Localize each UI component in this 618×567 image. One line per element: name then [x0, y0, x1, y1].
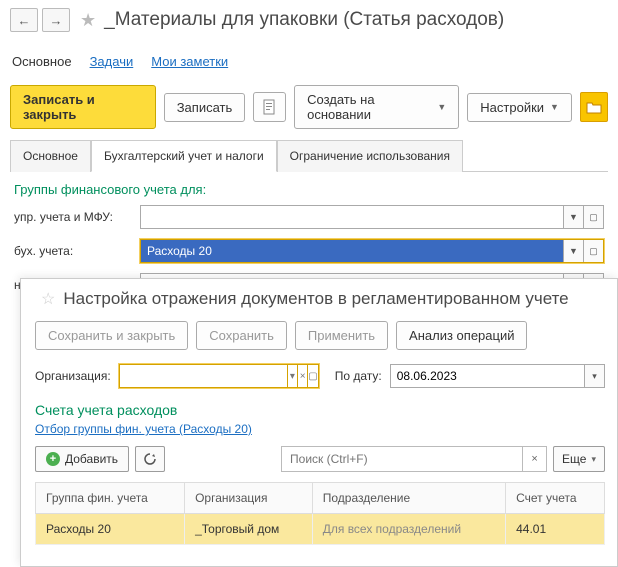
- expense-accounts-title: Счета учета расходов: [35, 402, 605, 418]
- sub-save-close-button[interactable]: Сохранить и закрыть: [35, 321, 188, 350]
- sub-apply-button[interactable]: Применить: [295, 321, 388, 350]
- combo-accounting[interactable]: Расходы 20 ▼ ▢: [140, 239, 604, 263]
- open-button[interactable]: ▢: [583, 240, 603, 262]
- dropdown-button[interactable]: ▾: [287, 365, 297, 387]
- chevron-down-icon: ▼: [550, 102, 559, 112]
- search-box[interactable]: ×: [281, 446, 547, 472]
- nav-back-button[interactable]: ←: [10, 8, 38, 32]
- group-title: Группы финансового учета для:: [14, 182, 604, 197]
- save-and-close-button[interactable]: Записать и закрыть: [10, 85, 156, 129]
- favorite-star-icon[interactable]: ★: [80, 10, 96, 31]
- col-group[interactable]: Группа фин. учета: [36, 483, 185, 514]
- clear-search-button[interactable]: ×: [522, 447, 546, 471]
- tab-accounting[interactable]: Бухгалтерский учет и налоги: [91, 140, 277, 172]
- cell-group: Расходы 20: [36, 514, 185, 545]
- subwin-title: Настройка отражения документов в регламе…: [63, 289, 568, 309]
- refresh-button[interactable]: [135, 446, 165, 472]
- folder-icon: [586, 100, 602, 114]
- document-icon: [263, 99, 277, 115]
- col-account[interactable]: Счет учета: [506, 483, 605, 514]
- date-combo[interactable]: ▾: [390, 364, 605, 388]
- favorite-star-icon[interactable]: ☆: [41, 289, 55, 309]
- settings-button[interactable]: Настройки ▼: [467, 93, 572, 122]
- more-button[interactable]: Еще ▾: [553, 446, 605, 472]
- create-based-on-button[interactable]: Создать на основании ▼: [294, 85, 459, 129]
- nav-forward-button[interactable]: →: [42, 8, 70, 32]
- plus-icon: +: [46, 452, 60, 466]
- add-button[interactable]: + Добавить: [35, 446, 129, 472]
- arrow-right-icon: →: [50, 13, 63, 28]
- refresh-icon: [143, 452, 157, 466]
- filter-group-link[interactable]: Отбор группы фин. учета (Расходы 20): [35, 422, 252, 436]
- expense-accounts-table: Группа фин. учета Организация Подразделе…: [35, 482, 605, 545]
- combo-mgmt-accounting[interactable]: ▼ ▢: [140, 205, 604, 229]
- input-mgmt-accounting[interactable]: [141, 206, 563, 228]
- label-mgmt-accounting: упр. учета и МФУ:: [14, 210, 140, 224]
- search-input[interactable]: [282, 447, 522, 471]
- dropdown-button[interactable]: ▾: [584, 365, 604, 387]
- tab-main[interactable]: Основное: [10, 140, 91, 172]
- input-accounting[interactable]: Расходы 20: [141, 240, 563, 262]
- file-action-button[interactable]: [253, 92, 286, 122]
- clear-button[interactable]: ×: [297, 365, 307, 387]
- org-combo[interactable]: ▾ × ▢: [119, 364, 319, 388]
- cell-dept: Для всех подразделений: [312, 514, 505, 545]
- section-tab-tasks[interactable]: Задачи: [90, 54, 134, 69]
- page-title: _Материалы для упаковки (Статья расходов…: [104, 9, 504, 31]
- sub-save-button[interactable]: Сохранить: [196, 321, 287, 350]
- attachments-button[interactable]: [580, 92, 608, 122]
- org-label: Организация:: [35, 369, 111, 383]
- col-dept[interactable]: Подразделение: [312, 483, 505, 514]
- col-org[interactable]: Организация: [185, 483, 313, 514]
- dropdown-button[interactable]: ▼: [563, 240, 583, 262]
- arrow-left-icon: ←: [18, 13, 31, 28]
- table-row[interactable]: Расходы 20 _Торговый дом Для всех подраз…: [36, 514, 605, 545]
- chevron-down-icon: ▾: [591, 454, 596, 465]
- cell-account: 44.01: [506, 514, 605, 545]
- chevron-down-icon: ▼: [437, 102, 446, 112]
- section-tab-main[interactable]: Основное: [12, 54, 72, 69]
- analyze-operations-button[interactable]: Анализ операций: [396, 321, 527, 350]
- save-button[interactable]: Записать: [164, 93, 246, 122]
- org-input[interactable]: [120, 365, 287, 387]
- dropdown-button[interactable]: ▼: [563, 206, 583, 228]
- open-button[interactable]: ▢: [307, 365, 317, 387]
- cell-org: _Торговый дом: [185, 514, 313, 545]
- label-accounting: бух. учета:: [14, 244, 140, 258]
- tab-restriction[interactable]: Ограничение использования: [277, 140, 463, 172]
- date-label: По дату:: [335, 369, 382, 383]
- open-button[interactable]: ▢: [583, 206, 603, 228]
- date-input[interactable]: [391, 365, 584, 387]
- section-tab-notes[interactable]: Мои заметки: [151, 54, 228, 69]
